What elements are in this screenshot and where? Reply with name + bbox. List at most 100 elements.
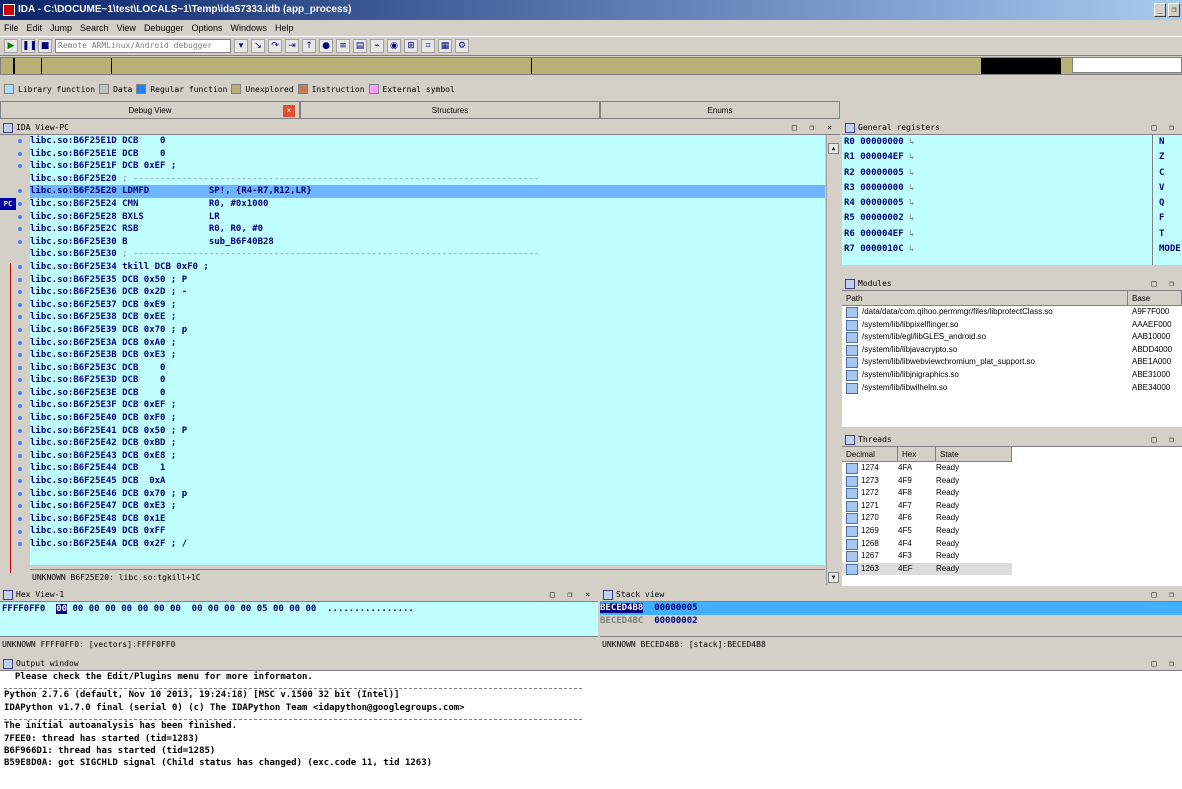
- scroll-up-icon[interactable]: ▲: [828, 143, 839, 154]
- breakpoint-dot[interactable]: [18, 517, 22, 521]
- breakpoint-dot[interactable]: [18, 378, 22, 383]
- code-line[interactable]: libc.so:B6F25E3C DCB 0: [30, 362, 825, 375]
- module-row[interactable]: /system/lib/libjavacrypto.so ABDD4000: [842, 344, 1182, 357]
- code-line[interactable]: libc.so:B6F25E4A DCB 0x2F ; /: [30, 538, 825, 551]
- restore-icon[interactable]: ❐: [1168, 3, 1180, 17]
- module-row[interactable]: /system/lib/libwilhelm.so ABE34000: [842, 382, 1182, 395]
- breakpoint-dot[interactable]: [18, 290, 22, 295]
- stack-row[interactable]: BECED4BC 00000002: [600, 615, 1182, 628]
- disassembly[interactable]: libc.so:B6F25E1D DCB 0 libc.so:B6F25E1E D…: [30, 135, 825, 565]
- dropdown-chevron-icon[interactable]: ▾: [234, 39, 248, 53]
- breakpoint-dot[interactable]: [18, 428, 22, 433]
- breakpoint-dot[interactable]: [18, 315, 22, 320]
- breakpoint-dot[interactable]: [18, 139, 22, 143]
- pane-controls[interactable]: □ ❐ ×: [550, 588, 594, 602]
- code-line[interactable]: libc.so:B6F25E43 DCB 0xE8 ;: [30, 450, 825, 463]
- hex-cursor-byte[interactable]: 00: [56, 604, 68, 614]
- jump-arrow-icon[interactable]: ↳: [904, 198, 914, 208]
- module-row[interactable]: /system/lib/egl/libGLES_android.so AAB100…: [842, 331, 1182, 344]
- navigation-band[interactable]: [0, 57, 1182, 75]
- thread-row[interactable]: 1267 4F3 Ready: [842, 550, 1012, 563]
- jump-arrow-icon[interactable]: ↳: [904, 152, 914, 162]
- jump-arrow-icon[interactable]: ↳: [904, 213, 914, 223]
- run-to-cursor-icon[interactable]: ⇥: [285, 39, 299, 53]
- register-row[interactable]: R1 000004EF ↳: [844, 150, 1152, 165]
- settings-icon[interactable]: ⚙: [455, 39, 469, 53]
- code-line[interactable]: libc.so:B6F25E48 DCB 0x1E: [30, 513, 825, 526]
- pane-controls[interactable]: □ ❐: [1152, 657, 1178, 671]
- menu-help[interactable]: Help: [271, 20, 298, 36]
- code-line[interactable]: libc.so:B6F25E3D DCB 0: [30, 374, 825, 387]
- jump-arrow-icon[interactable]: ↳: [904, 229, 914, 239]
- code-line[interactable]: libc.so:B6F25E36 DCB 0x2D ; -: [30, 286, 825, 299]
- watch-icon[interactable]: ◉: [387, 39, 401, 53]
- code-line[interactable]: libc.so:B6F25E3B DCB 0xE3 ;: [30, 349, 825, 362]
- breakpoint-dot[interactable]: [18, 403, 22, 408]
- breakpoint-dot[interactable]: [18, 328, 22, 332]
- code-line[interactable]: libc.so:B6F25E40 DCB 0xF0 ;: [30, 412, 825, 425]
- module-row[interactable]: /system/lib/libwebviewchromium_plat_supp…: [842, 356, 1182, 369]
- hex-icon[interactable]: ⌗: [421, 39, 435, 53]
- pause-icon[interactable]: ❚❚: [21, 39, 37, 53]
- breakpoint-dot[interactable]: [18, 542, 22, 547]
- pane-controls[interactable]: □ ❐: [1152, 121, 1178, 135]
- breakpoint-dot[interactable]: [18, 302, 22, 307]
- breakpoint-dot[interactable]: [18, 227, 22, 232]
- output-text[interactable]: Please check the Edit/Plugins menu for m…: [0, 671, 1182, 770]
- code-line[interactable]: libc.so:B6F25E34 tkill DCB 0xF0 ;: [30, 261, 825, 274]
- thread-row[interactable]: 1271 4F7 Ready: [842, 500, 1012, 513]
- column-header[interactable]: Path: [842, 291, 1128, 305]
- code-line[interactable]: libc.so:B6F25E24 CMN R0, #0x1000: [30, 198, 825, 211]
- column-header[interactable]: Hex: [898, 447, 936, 461]
- trace-icon[interactable]: ⌁: [370, 39, 384, 53]
- code-line[interactable]: libc.so:B6F25E20 LDMFD SP!, {R4-R7,R12,L…: [30, 185, 825, 198]
- tab-structures[interactable]: Structures: [300, 101, 600, 119]
- thread-row[interactable]: 1274 4FA Ready: [842, 462, 1012, 475]
- register-row[interactable]: R0 00000000 ↳: [844, 135, 1152, 150]
- thread-row[interactable]: 1263 4EF Ready: [842, 562, 1012, 576]
- stop-icon[interactable]: ■: [38, 39, 52, 53]
- graph-icon[interactable]: ⊞: [404, 39, 418, 53]
- code-line[interactable]: libc.so:B6F25E1D DCB 0: [30, 135, 825, 148]
- register-row[interactable]: R7 0000010C ↳: [844, 242, 1152, 257]
- breakpoint-dot[interactable]: [18, 265, 22, 269]
- code-line[interactable]: libc.so:B6F25E3A DCB 0xA0 ;: [30, 337, 825, 350]
- menu-windows[interactable]: Windows: [227, 20, 272, 36]
- menu-jump[interactable]: Jump: [46, 20, 76, 36]
- code-line[interactable]: libc.so:B6F25E2C RSB R0, R0, #0: [30, 223, 825, 236]
- breakpoint-dot[interactable]: [18, 277, 22, 282]
- menu-edit[interactable]: Edit: [23, 20, 47, 36]
- code-line[interactable]: libc.so:B6F25E20 ; ---------------------…: [30, 173, 825, 186]
- stack-row[interactable]: BECED4B8 00000005: [600, 602, 1182, 615]
- pane-controls[interactable]: □ ❐: [1152, 588, 1178, 602]
- breakpoint-icon[interactable]: ●: [319, 39, 333, 53]
- breakpoint-dot[interactable]: [18, 214, 22, 219]
- breakpoint-dot[interactable]: [18, 454, 22, 458]
- thread-row[interactable]: 1268 4F4 Ready: [842, 538, 1012, 551]
- breakpoint-dot[interactable]: [18, 164, 22, 169]
- breakpoint-dot[interactable]: [18, 353, 22, 358]
- debugger-select[interactable]: Remote ARMLinux/Android debugger: [55, 39, 231, 53]
- code-scrollbar[interactable]: ▲ ▼: [826, 135, 840, 585]
- step-over-icon[interactable]: ↷: [268, 39, 282, 53]
- code-line[interactable]: libc.so:B6F25E35 DCB 0x50 ; P: [30, 274, 825, 287]
- breakpoint-dot[interactable]: [18, 491, 22, 496]
- stack-list[interactable]: BECED4B8 00000005 BECED4BC 00000002: [600, 602, 1182, 636]
- code-line[interactable]: libc.so:B6F25E28 BXLS LR: [30, 211, 825, 224]
- code-line[interactable]: libc.so:B6F25E44 DCB 1: [30, 462, 825, 475]
- module-row[interactable]: /system/lib/libpixelflinger.so AAAEF000: [842, 319, 1182, 332]
- register-row[interactable]: R4 00000005 ↳: [844, 196, 1152, 211]
- code-line[interactable]: libc.so:B6F25E1E DCB 0: [30, 148, 825, 161]
- code-line[interactable]: libc.so:B6F25E47 DCB 0xE3 ;: [30, 500, 825, 513]
- navigation-input[interactable]: [1072, 57, 1182, 73]
- breakpoint-dot[interactable]: [18, 239, 22, 244]
- breakpoint-dot[interactable]: [18, 202, 22, 206]
- menu-debugger[interactable]: Debugger: [140, 20, 188, 36]
- thread-icon[interactable]: ≡: [336, 39, 350, 53]
- menu-search[interactable]: Search: [76, 20, 113, 36]
- pane-controls[interactable]: □ ❐ ×: [792, 121, 836, 135]
- column-header[interactable]: Base: [1128, 291, 1182, 305]
- code-line[interactable]: libc.so:B6F25E30 B sub_B6F40B28: [30, 236, 825, 249]
- module-icon[interactable]: ▤: [353, 39, 367, 53]
- breakpoint-dot[interactable]: [18, 479, 22, 484]
